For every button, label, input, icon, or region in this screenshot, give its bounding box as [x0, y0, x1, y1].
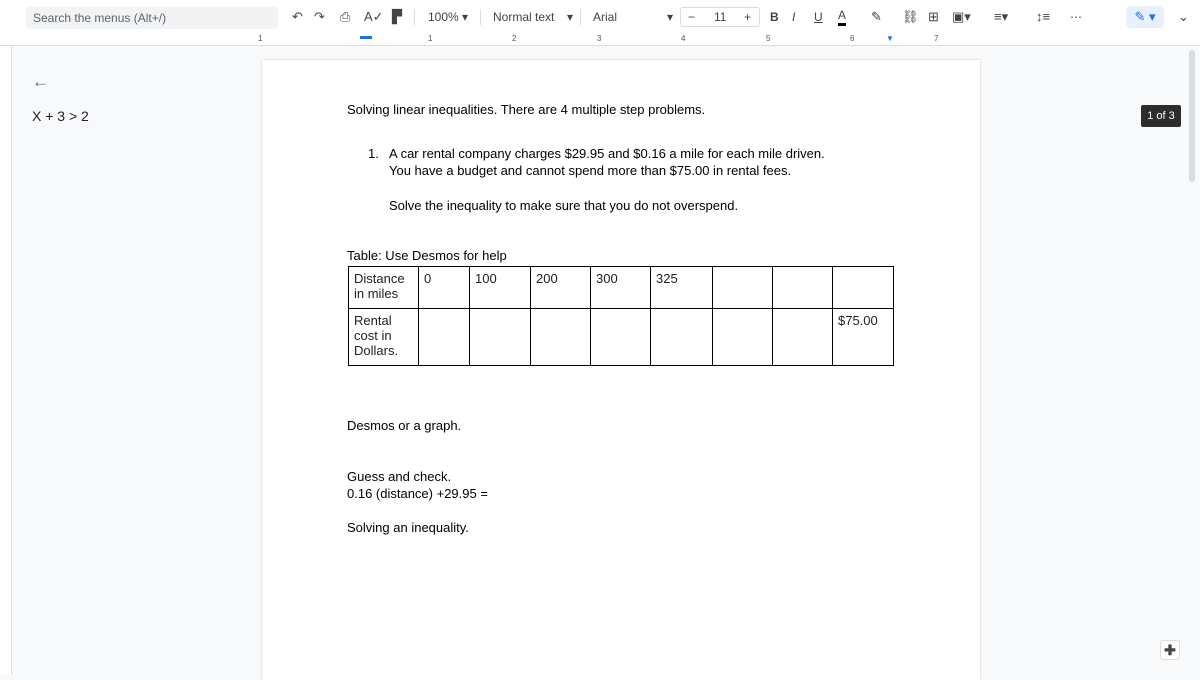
- ruler-mark: 6: [850, 34, 855, 43]
- table-cell[interactable]: [590, 308, 651, 366]
- intro-text: Solving linear inequalities. There are 4…: [347, 102, 706, 117]
- redo-icon[interactable]: ↷: [314, 8, 325, 26]
- problem-text: A car rental company charges $29.95 and …: [389, 146, 825, 161]
- more-button[interactable]: ⋯: [1070, 8, 1082, 26]
- ruler-mark: 2: [512, 34, 517, 43]
- bold-button[interactable]: B: [770, 8, 779, 26]
- ruler-mark: 1: [428, 34, 433, 43]
- chevron-down-icon[interactable]: ⌄: [1178, 8, 1189, 26]
- spellcheck-icon[interactable]: A✓: [364, 8, 384, 26]
- table-cell[interactable]: $75.00: [832, 308, 894, 366]
- guess-text: Guess and check.: [347, 469, 452, 484]
- text-color-button[interactable]: A: [838, 8, 847, 26]
- ruler-mark: 5: [766, 34, 771, 43]
- table-cell[interactable]: [712, 266, 773, 309]
- explore-icon[interactable]: ✚: [1160, 640, 1180, 660]
- ruler-mark: 4: [681, 34, 686, 43]
- style-value: Normal text: [493, 10, 555, 24]
- horizontal-ruler[interactable]: 1 1 2 3 4 5 6 ▼ 7: [0, 34, 1200, 46]
- desmos-text: Desmos or a graph.: [347, 418, 462, 433]
- table-cell[interactable]: [712, 308, 773, 366]
- table-cell[interactable]: 325: [650, 266, 713, 309]
- editing-mode-button[interactable]: ✎ ▾: [1126, 6, 1164, 28]
- table-cell[interactable]: [650, 308, 713, 366]
- font-size-value[interactable]: 11: [714, 8, 726, 26]
- data-table: Distance in miles 0 100 200 300 325 Rent…: [348, 266, 894, 366]
- comment-icon[interactable]: ⊞: [928, 8, 939, 26]
- table-cell[interactable]: 0: [418, 266, 470, 309]
- right-indent-handle[interactable]: ▼: [886, 34, 894, 43]
- table-cell[interactable]: 200: [530, 266, 591, 309]
- style-select[interactable]: Normal text ▾: [493, 8, 573, 26]
- left-indent-handle[interactable]: [360, 36, 372, 39]
- table-cell[interactable]: [418, 308, 470, 366]
- decrease-font-size-button[interactable]: −: [688, 8, 695, 26]
- table-cell[interactable]: [832, 266, 894, 309]
- table-cell[interactable]: [530, 308, 591, 366]
- table-cell[interactable]: [772, 266, 833, 309]
- underline-button[interactable]: U: [814, 8, 823, 26]
- table-cell[interactable]: [469, 308, 531, 366]
- solve-text: Solve the inequality to make sure that y…: [389, 198, 739, 213]
- font-select[interactable]: Arial ▾: [593, 8, 673, 26]
- print-icon[interactable]: ⎙: [340, 8, 350, 26]
- problem-text: You have a budget and cannot spend more …: [389, 163, 792, 178]
- outline-heading[interactable]: X + 3 > 2: [32, 108, 89, 124]
- table-row: Distance in miles 0 100 200 300 325: [348, 266, 894, 309]
- ruler-mark: 1: [258, 34, 263, 43]
- italic-button[interactable]: I: [792, 8, 795, 26]
- table-cell[interactable]: Rental cost in Dollars.: [348, 308, 419, 366]
- toolbar: Search the menus (Alt+/) ↶ ↷ ⎙ A✓ ▛ 100%…: [0, 0, 1200, 34]
- search-menus-input[interactable]: Search the menus (Alt+/): [26, 7, 278, 29]
- formula-text: 0.16 (distance) +29.95 =: [347, 486, 488, 501]
- align-icon[interactable]: ≡▾: [994, 8, 1008, 26]
- table-caption: Table: Use Desmos for help: [347, 248, 507, 263]
- image-icon[interactable]: ▣▾: [952, 8, 971, 26]
- font-size-stepper[interactable]: − 11 +: [680, 7, 760, 27]
- back-arrow-icon[interactable]: ←: [32, 72, 49, 92]
- table-cell[interactable]: 300: [590, 266, 651, 309]
- paint-format-icon[interactable]: ▛: [392, 8, 402, 26]
- table-cell[interactable]: [772, 308, 833, 366]
- table-row: Rental cost in Dollars. $75.00: [348, 308, 894, 366]
- font-value: Arial: [593, 10, 618, 24]
- zoom-value: 100%: [428, 10, 459, 24]
- line-spacing-icon[interactable]: ↕≡: [1036, 8, 1050, 26]
- list-number: 1.: [368, 146, 379, 161]
- ruler-mark: 3: [597, 34, 602, 43]
- link-icon[interactable]: ⛓: [902, 8, 919, 26]
- highlight-icon[interactable]: ✎: [871, 8, 882, 26]
- page-number-badge: 1 of 3: [1141, 105, 1181, 127]
- increase-font-size-button[interactable]: +: [744, 8, 751, 26]
- vertical-ruler[interactable]: [0, 46, 12, 675]
- solving-text: Solving an inequality.: [347, 520, 469, 535]
- undo-icon[interactable]: ↶: [292, 8, 303, 26]
- table-cell[interactable]: 100: [469, 266, 531, 309]
- ruler-mark: 7: [934, 34, 939, 43]
- zoom-select[interactable]: 100% ▾: [428, 8, 468, 26]
- scrollbar-thumb[interactable]: [1189, 50, 1195, 182]
- table-cell[interactable]: Distance in miles: [348, 266, 419, 309]
